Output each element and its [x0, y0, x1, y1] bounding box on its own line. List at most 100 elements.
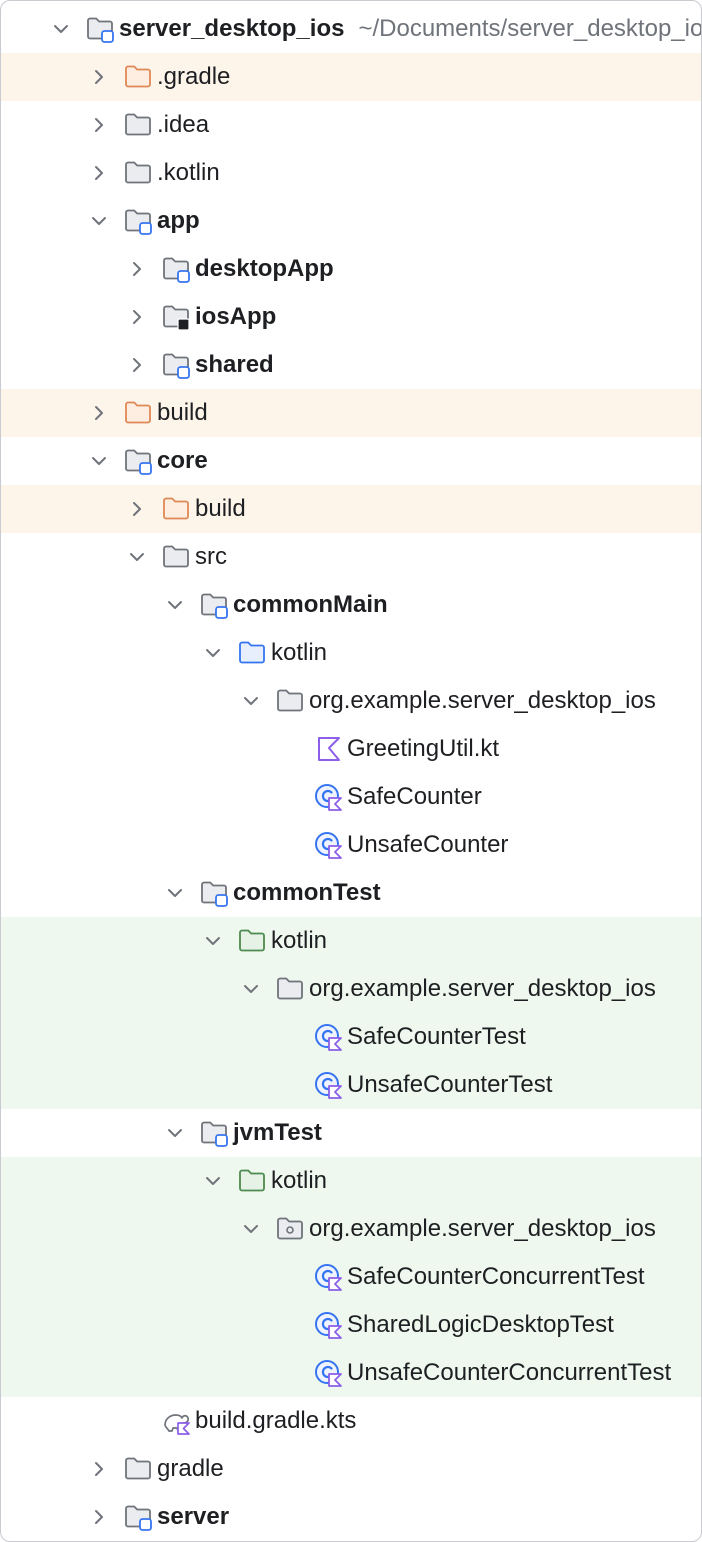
tree-row[interactable]: build — [1, 485, 701, 533]
chevron-right-icon[interactable] — [125, 497, 149, 521]
tree-item-label: UnsafeCounterConcurrentTest — [347, 1359, 672, 1386]
tree-row[interactable]: org.example.server_desktop_ios — [1, 677, 701, 725]
tree-item-label: app — [157, 207, 200, 234]
kotlin-class-icon — [313, 1310, 343, 1340]
chevron-down-icon[interactable] — [87, 209, 111, 233]
module-folder-icon — [85, 14, 115, 44]
tree-row[interactable]: kotlin — [1, 917, 701, 965]
tree-row[interactable]: shared — [1, 341, 701, 389]
tree-row[interactable]: kotlin — [1, 1157, 701, 1205]
kotlin-class-icon — [313, 1358, 343, 1388]
tree-row[interactable]: SafeCounterConcurrentTest — [1, 1253, 701, 1301]
tree-item-label: server_desktop_ios — [119, 15, 345, 42]
package-folder-icon — [275, 974, 305, 1004]
module-folder-icon — [161, 350, 191, 380]
tree-row[interactable]: .idea — [1, 101, 701, 149]
tree-row[interactable]: SafeCounter — [1, 773, 701, 821]
kotlin-file-icon — [313, 734, 343, 764]
module-folder-icon — [199, 1118, 229, 1148]
chevron-right-icon[interactable] — [87, 161, 111, 185]
chevron-right-icon[interactable] — [87, 1505, 111, 1529]
tree-item-label: SafeCounterConcurrentTest — [347, 1263, 645, 1290]
kotlin-class-icon — [313, 1022, 343, 1052]
tree-row[interactable]: SafeCounterTest — [1, 1013, 701, 1061]
chevron-down-icon[interactable] — [163, 881, 187, 905]
chevron-down-icon[interactable] — [239, 689, 263, 713]
project-path: ~/Documents/server_desktop_ios — [358, 15, 701, 42]
test-root-folder-icon — [237, 1166, 267, 1196]
chevron-down-icon[interactable] — [201, 641, 225, 665]
chevron-down-icon[interactable] — [201, 929, 225, 953]
tree-item-label: .gradle — [157, 63, 231, 90]
module-folder-icon — [123, 446, 153, 476]
gradle-kotlin-file-icon — [161, 1406, 191, 1436]
tree-item-label: commonMain — [233, 591, 388, 618]
tree-row[interactable]: gradle — [1, 1445, 701, 1493]
folder-icon — [123, 110, 153, 140]
chevron-right-icon[interactable] — [125, 353, 149, 377]
tree-row[interactable]: src — [1, 533, 701, 581]
tree-row[interactable]: SharedLogicDesktopTest — [1, 1301, 701, 1349]
tree-row[interactable]: UnsafeCounterTest — [1, 1061, 701, 1109]
tree-item-label: kotlin — [271, 1167, 328, 1194]
chevron-down-icon[interactable] — [163, 593, 187, 617]
tree-item-label: UnsafeCounter — [347, 831, 509, 858]
tree-row[interactable]: jvmTest — [1, 1109, 701, 1157]
tree-row[interactable]: build.gradle.kts — [1, 1397, 701, 1445]
chevron-right-icon[interactable] — [87, 113, 111, 137]
tree-row[interactable]: commonTest — [1, 869, 701, 917]
kotlin-class-icon — [313, 830, 343, 860]
tree-item-label: build — [157, 399, 208, 426]
tree-row[interactable]: app — [1, 197, 701, 245]
tree-item-label: GreetingUtil.kt — [347, 735, 500, 762]
tree-row[interactable]: server_desktop_ios ~/Documents/server_des… — [1, 5, 701, 53]
chevron-right-icon[interactable] — [87, 1457, 111, 1481]
tree-item-label: jvmTest — [233, 1119, 322, 1146]
tree-item-label: kotlin — [271, 927, 328, 954]
chevron-right-icon[interactable] — [125, 257, 149, 281]
module-folder-icon — [199, 590, 229, 620]
chevron-down-icon[interactable] — [201, 1169, 225, 1193]
chevron-right-icon[interactable] — [125, 305, 149, 329]
tree-row[interactable]: core — [1, 437, 701, 485]
tree-row[interactable]: org.example.server_desktop_ios — [1, 1205, 701, 1253]
tree-item-label: org.example.server_desktop_ios — [309, 687, 656, 714]
kotlin-class-icon — [313, 782, 343, 812]
tree-row[interactable]: .gradle — [1, 53, 701, 101]
chevron-down-icon[interactable] — [125, 545, 149, 569]
source-root-folder-icon — [237, 638, 267, 668]
tree-row[interactable]: kotlin — [1, 629, 701, 677]
ios-module-folder-icon — [161, 302, 191, 332]
tree-row[interactable]: GreetingUtil.kt — [1, 725, 701, 773]
chevron-down-icon[interactable] — [163, 1121, 187, 1145]
tree-item-label: gradle — [157, 1455, 224, 1482]
module-folder-icon — [123, 206, 153, 236]
module-folder-icon — [199, 878, 229, 908]
tree-row[interactable]: commonMain — [1, 581, 701, 629]
chevron-down-icon[interactable] — [49, 17, 73, 41]
test-root-folder-icon — [237, 926, 267, 956]
chevron-right-icon[interactable] — [87, 401, 111, 425]
tree-row[interactable]: build — [1, 389, 701, 437]
chevron-down-icon[interactable] — [239, 1217, 263, 1241]
tree-row[interactable]: desktopApp — [1, 245, 701, 293]
tree-item-label: .idea — [157, 111, 210, 138]
tree-item-label: build.gradle.kts — [195, 1407, 357, 1434]
tree-item-label: kotlin — [271, 639, 328, 666]
folder-icon — [123, 1454, 153, 1484]
tree-row[interactable]: iosApp — [1, 293, 701, 341]
chevron-down-icon[interactable] — [87, 449, 111, 473]
tree-row[interactable]: .kotlin — [1, 149, 701, 197]
tree-item-label: SharedLogicDesktopTest — [347, 1311, 614, 1338]
folder-icon — [161, 542, 191, 572]
chevron-right-icon[interactable] — [87, 65, 111, 89]
project-tree-panel: server_desktop_ios ~/Documents/server_des… — [0, 0, 702, 1542]
tree-row[interactable]: org.example.server_desktop_ios — [1, 965, 701, 1013]
excluded-folder-icon — [161, 494, 191, 524]
tree-row[interactable]: server — [1, 1493, 701, 1541]
excluded-folder-icon — [123, 62, 153, 92]
tree-row[interactable]: UnsafeCounterConcurrentTest — [1, 1349, 701, 1397]
tree-item-label: server — [157, 1503, 230, 1530]
chevron-down-icon[interactable] — [239, 977, 263, 1001]
tree-row[interactable]: UnsafeCounter — [1, 821, 701, 869]
